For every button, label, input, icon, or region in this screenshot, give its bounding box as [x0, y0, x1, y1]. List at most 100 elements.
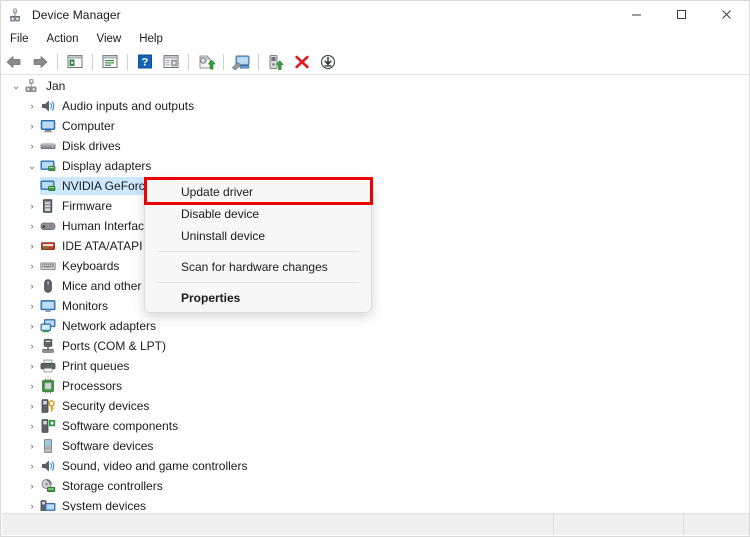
tree-item-label: Audio inputs and outputs — [62, 99, 195, 113]
tree-item-label: Computer — [62, 119, 115, 133]
chevron-right-icon[interactable]: › — [24, 436, 40, 456]
chevron-right-icon[interactable]: › — [24, 96, 40, 116]
device-tree[interactable]: ⌄ Jan › Audio inputs and outputs › Compu… — [2, 76, 749, 511]
tree-item-ide-ata-atapi-controllers[interactable]: › IDE ATA/ATAPI controllers — [2, 236, 749, 256]
display-adapter-icon — [40, 178, 56, 194]
tree-item-disk-drives[interactable]: › Disk drives — [2, 136, 749, 156]
update-driver-icon[interactable] — [195, 51, 217, 73]
tree-item-label: Print queues — [62, 359, 130, 373]
port-icon — [40, 338, 56, 354]
tree-item-keyboards[interactable]: › Keyboards — [2, 256, 749, 276]
context-menu-separator-2 — [157, 282, 359, 283]
menu-view[interactable]: View — [88, 30, 131, 48]
chevron-right-icon[interactable]: › — [24, 396, 40, 416]
tree-item-system-devices[interactable]: › System devices — [2, 496, 749, 511]
chevron-right-icon[interactable]: › — [24, 376, 40, 396]
tree-item-root[interactable]: ⌄ Jan — [2, 76, 749, 96]
chevron-right-icon[interactable]: › — [24, 476, 40, 496]
tree-item-security-devices[interactable]: › Security devices — [2, 396, 749, 416]
status-bar — [2, 513, 749, 535]
computer-icon — [40, 118, 56, 134]
scan-for-hardware-changes-icon[interactable] — [230, 51, 252, 73]
chevron-right-icon[interactable]: › — [24, 416, 40, 436]
tree-item-label: Keyboards — [62, 259, 120, 273]
context-menu-item-disable-device[interactable]: Disable device — [145, 203, 371, 225]
context-menu-item-properties[interactable]: Properties — [145, 287, 371, 309]
tree-item-label: Security devices — [62, 399, 150, 413]
tree-item-label: System devices — [62, 499, 147, 511]
chevron-right-icon[interactable]: › — [24, 296, 40, 316]
printer-icon — [40, 358, 56, 374]
sound-controller-icon — [40, 458, 56, 474]
chevron-right-icon[interactable]: › — [24, 136, 40, 156]
chevron-right-icon[interactable]: › — [24, 256, 40, 276]
chevron-right-icon[interactable]: › — [24, 456, 40, 476]
chevron-right-icon[interactable]: › — [24, 236, 40, 256]
forward-icon[interactable] — [29, 51, 51, 73]
tree-item-network-adapters[interactable]: › Network adapters — [2, 316, 749, 336]
toolbar-separator-1 — [57, 53, 58, 70]
tree-item-storage-controllers[interactable]: › Storage controllers — [2, 476, 749, 496]
security-device-icon — [40, 398, 56, 414]
tree-item-label: Jan — [46, 79, 66, 93]
chevron-down-icon[interactable]: ⌄ — [24, 156, 40, 176]
window-controls — [614, 1, 749, 28]
tree-item-software-devices[interactable]: › Software devices — [2, 436, 749, 456]
tree-item-monitors[interactable]: › Monitors — [2, 296, 749, 316]
toolbar-separator-3 — [127, 53, 128, 70]
chevron-right-icon[interactable]: › — [24, 336, 40, 356]
menu-file[interactable]: File — [1, 30, 38, 48]
view-list-icon[interactable] — [160, 51, 182, 73]
chevron-right-icon[interactable]: › — [24, 496, 40, 511]
enable-device-icon[interactable] — [265, 51, 287, 73]
menu-help[interactable]: Help — [130, 30, 172, 48]
download-icon[interactable] — [317, 51, 339, 73]
minimize-button[interactable] — [614, 1, 659, 28]
back-icon[interactable] — [3, 51, 25, 73]
chevron-right-icon[interactable]: › — [24, 116, 40, 136]
menu-action[interactable]: Action — [38, 30, 88, 48]
mouse-icon — [40, 278, 56, 294]
tree-item-processors[interactable]: › Processors — [2, 376, 749, 396]
chevron-right-icon[interactable]: › — [24, 196, 40, 216]
audio-icon — [40, 98, 56, 114]
software-device-icon — [40, 438, 56, 454]
chevron-right-icon[interactable]: › — [24, 316, 40, 336]
toolbar-separator-4 — [188, 53, 189, 70]
tree-item-software-components[interactable]: › Software components — [2, 416, 749, 436]
tree-item-label: Storage controllers — [62, 479, 163, 493]
chevron-right-icon[interactable]: › — [24, 216, 40, 236]
show-hide-console-tree-icon[interactable] — [64, 51, 86, 73]
tree-item-firmware[interactable]: › Firmware — [2, 196, 749, 216]
tree-item-ports-com-lpt[interactable]: › Ports (COM & LPT) — [2, 336, 749, 356]
chevron-right-icon[interactable]: › — [24, 276, 40, 296]
context-menu[interactable]: Update driver Disable device Uninstall d… — [144, 177, 372, 313]
tree-item-human-interface-devices[interactable]: › Human Interface Devices — [2, 216, 749, 236]
close-button[interactable] — [704, 1, 749, 28]
tree-item-sound-video-and-game-controllers[interactable]: › Sound, video and game controllers — [2, 456, 749, 476]
window-title: Device Manager — [32, 7, 121, 22]
tree-item-label: Software components — [62, 419, 179, 433]
properties-icon[interactable] — [99, 51, 121, 73]
display-adapter-icon — [40, 158, 56, 174]
toolbar-separator-5 — [223, 53, 224, 70]
status-pane-1 — [2, 514, 554, 535]
chevron-down-icon[interactable]: ⌄ — [8, 76, 24, 96]
tree-item-mice-and-other-pointing-devices[interactable]: › Mice and other pointing devices — [2, 276, 749, 296]
title-bar: Device Manager — [1, 1, 749, 28]
tree-item-print-queues[interactable]: › Print queues — [2, 356, 749, 376]
context-menu-item-scan-for-hardware-changes[interactable]: Scan for hardware changes — [145, 256, 371, 278]
menu-bar: File Action View Help — [1, 28, 749, 49]
device-manager-icon — [9, 7, 25, 23]
help-icon[interactable]: ? — [134, 51, 156, 73]
context-menu-item-uninstall-device[interactable]: Uninstall device — [145, 225, 371, 247]
context-menu-item-update-driver[interactable]: Update driver — [145, 181, 371, 203]
tree-item-audio-inputs-and-outputs[interactable]: › Audio inputs and outputs — [2, 96, 749, 116]
tree-item-computer[interactable]: › Computer — [2, 116, 749, 136]
uninstall-device-icon[interactable] — [291, 51, 313, 73]
chevron-right-icon[interactable]: › — [24, 356, 40, 376]
tree-item-label: Sound, video and game controllers — [62, 459, 248, 473]
maximize-button[interactable] — [659, 1, 704, 28]
tree-item-display-adapters[interactable]: ⌄ Display adapters — [2, 156, 749, 176]
tree-item-nvidia-geforce-gtx-1660[interactable]: NVIDIA GeForce GTX 1660 — [2, 176, 749, 196]
